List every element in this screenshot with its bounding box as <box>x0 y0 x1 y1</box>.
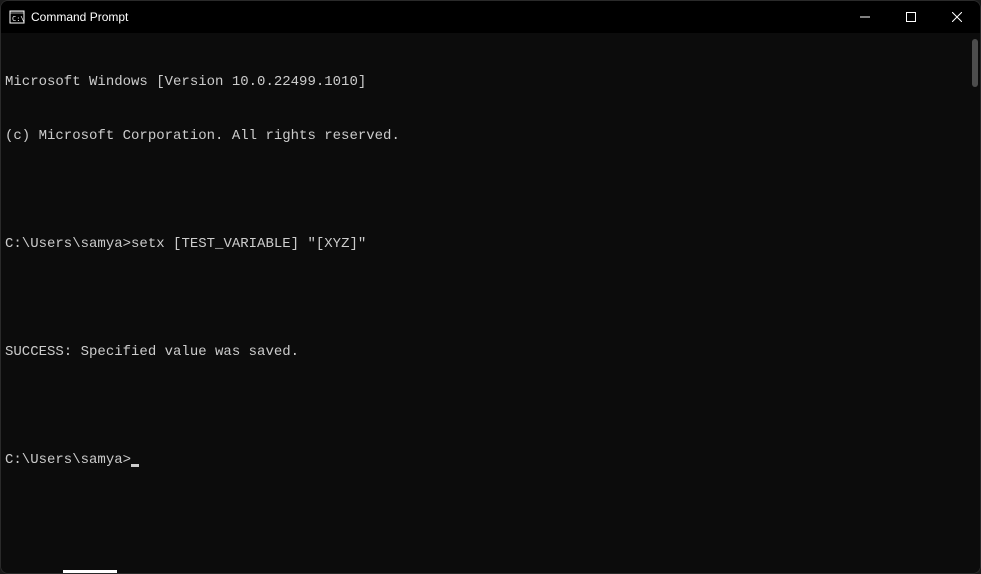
prompt-text: C:\Users\samya> <box>5 235 131 253</box>
command-prompt-window: C:\ Command Prompt <box>0 0 981 574</box>
blank-line <box>5 397 966 415</box>
svg-text:C:\: C:\ <box>12 15 25 23</box>
cursor <box>131 464 139 467</box>
window-controls <box>842 1 980 33</box>
output-line: (c) Microsoft Corporation. All rights re… <box>5 127 966 145</box>
terminal-body[interactable]: Microsoft Windows [Version 10.0.22499.10… <box>1 33 980 565</box>
bottom-bar <box>1 565 980 573</box>
command-text: setx [TEST_VARIABLE] "[XYZ]" <box>131 235 366 253</box>
output-line: SUCCESS: Specified value was saved. <box>5 343 966 361</box>
blank-line <box>5 289 966 307</box>
prompt-text: C:\Users\samya> <box>5 451 131 469</box>
vertical-scrollbar[interactable] <box>966 37 980 565</box>
output-line: Microsoft Windows [Version 10.0.22499.10… <box>5 73 966 91</box>
titlebar[interactable]: C:\ Command Prompt <box>1 1 980 33</box>
cmd-icon: C:\ <box>9 9 25 25</box>
scrollbar-thumb[interactable] <box>972 39 978 87</box>
terminal-content[interactable]: Microsoft Windows [Version 10.0.22499.10… <box>5 37 966 565</box>
bottom-highlight <box>63 570 117 573</box>
minimize-button[interactable] <box>842 1 888 33</box>
current-prompt-line: C:\Users\samya> <box>5 451 966 469</box>
blank-line <box>5 181 966 199</box>
window-title: Command Prompt <box>31 10 128 24</box>
command-line: C:\Users\samya>setx [TEST_VARIABLE] "[XY… <box>5 235 966 253</box>
maximize-button[interactable] <box>888 1 934 33</box>
close-button[interactable] <box>934 1 980 33</box>
